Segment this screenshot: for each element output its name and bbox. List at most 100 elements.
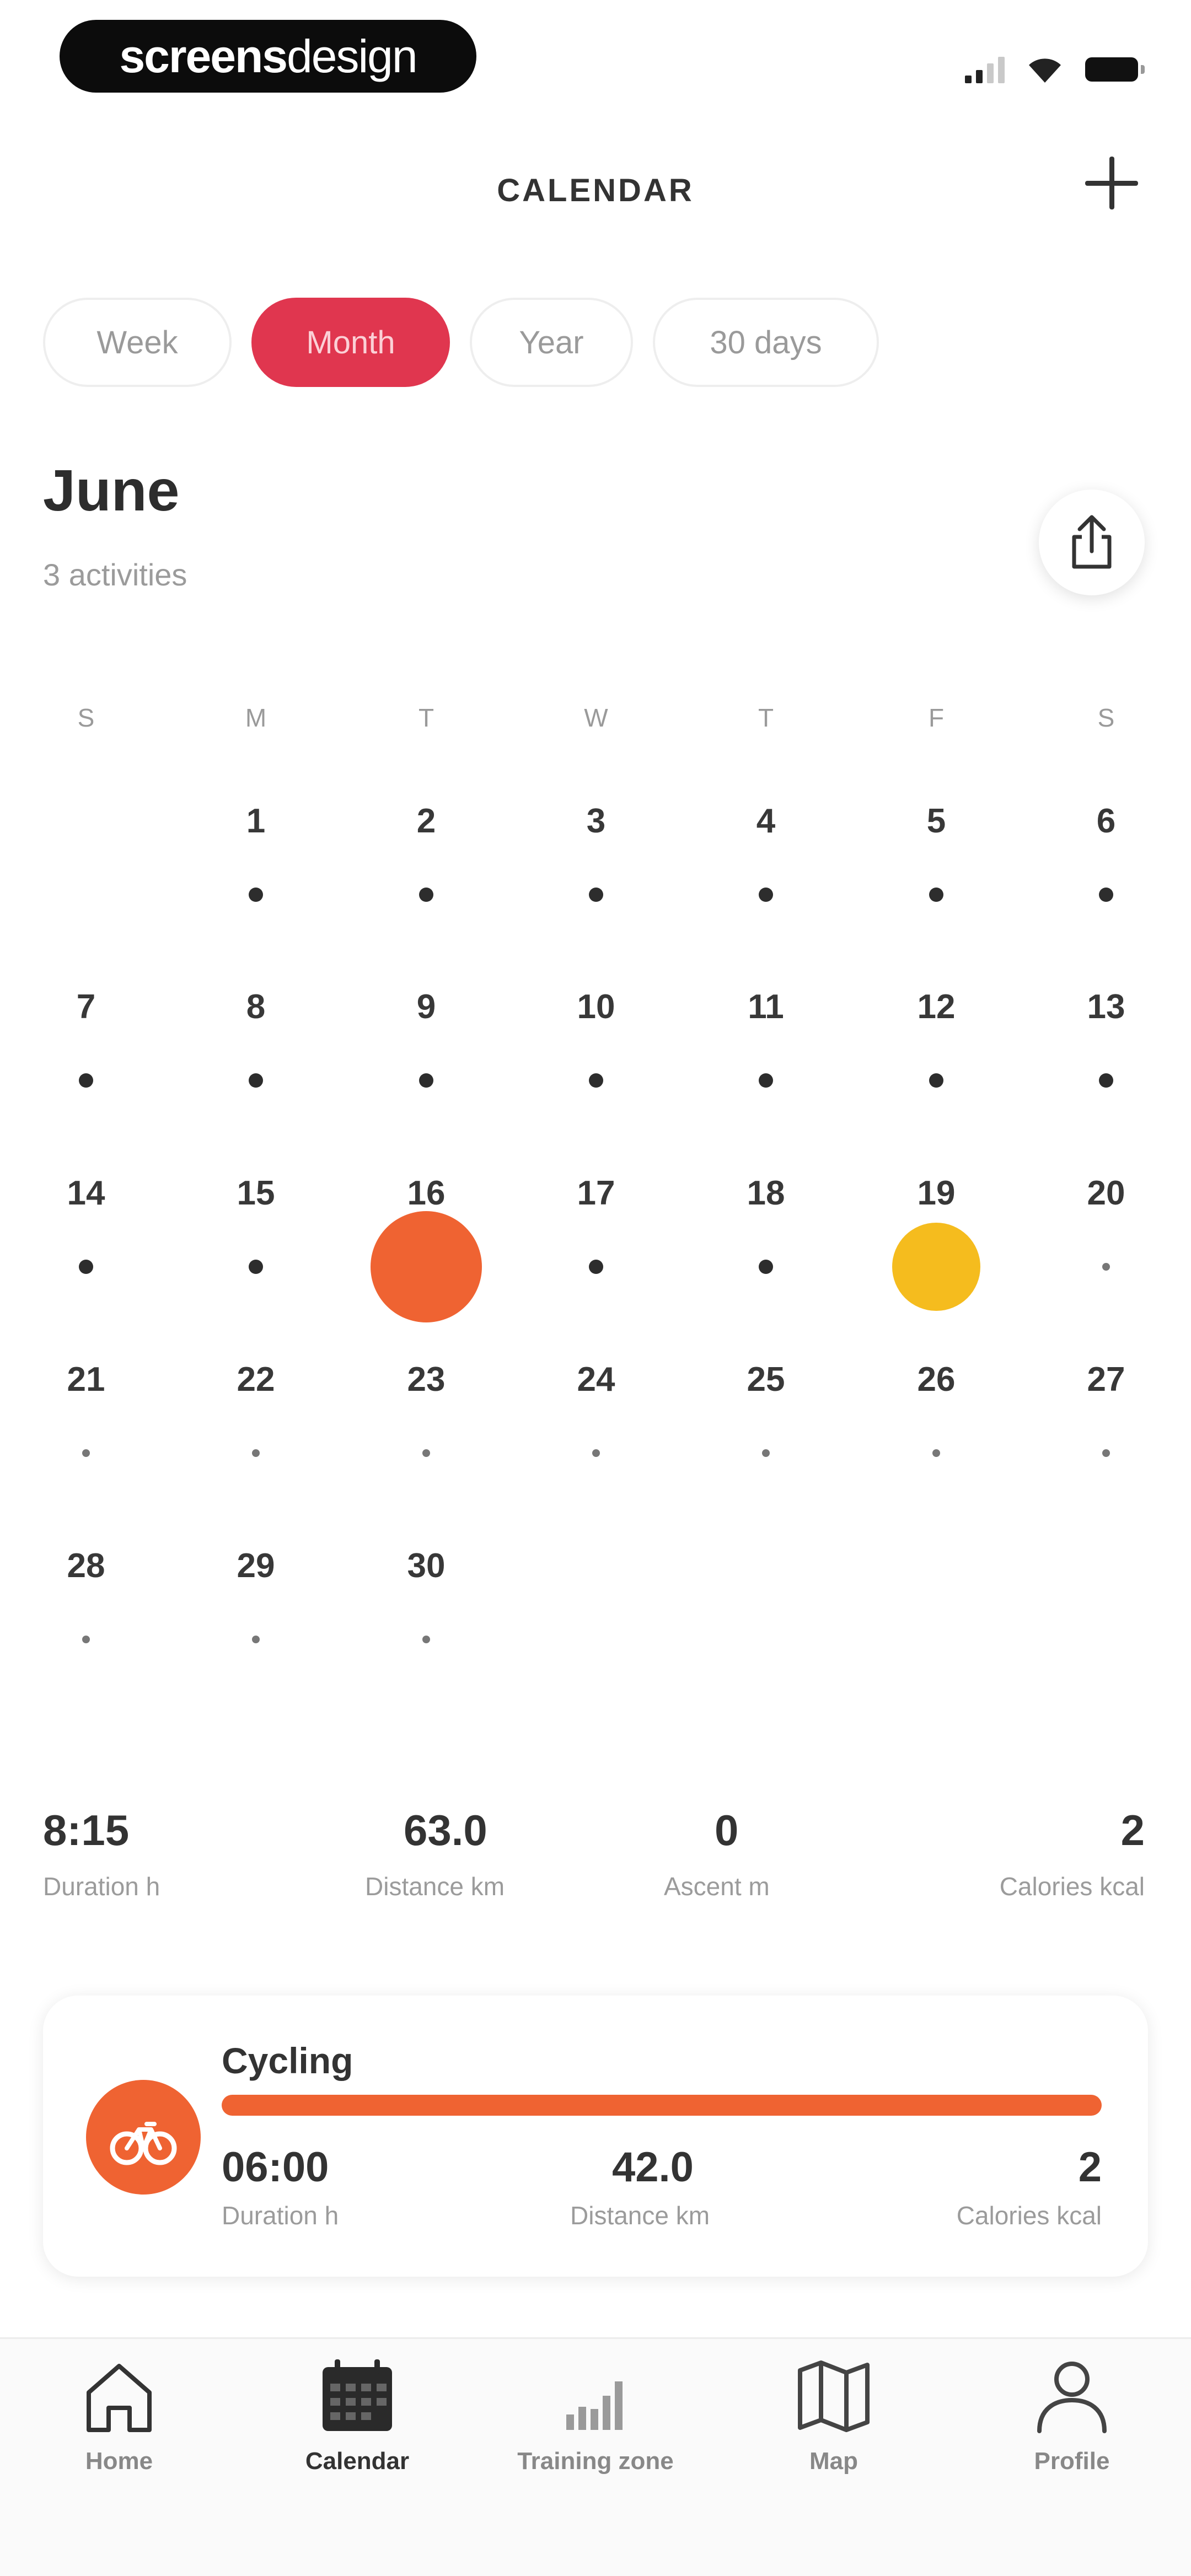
calendar-day[interactable]: 17 bbox=[513, 1174, 679, 1359]
calendar-day[interactable]: 19 bbox=[854, 1174, 1019, 1359]
calendar-day[interactable]: 3 bbox=[513, 802, 679, 987]
day-number: 22 bbox=[237, 1360, 275, 1399]
summary-distance-label: Distance km bbox=[365, 1872, 505, 1901]
activity-marker bbox=[892, 1223, 980, 1311]
calendar-day[interactable]: 2 bbox=[344, 802, 509, 987]
calendar-day[interactable]: 12 bbox=[854, 988, 1019, 1173]
calendar-day[interactable]: 22 bbox=[173, 1360, 339, 1546]
tab-month[interactable]: Month bbox=[251, 298, 450, 387]
nav-home[interactable]: Home bbox=[20, 2354, 218, 2475]
calendar-day[interactable]: 9 bbox=[344, 988, 509, 1173]
day-dot bbox=[82, 1636, 90, 1643]
signal-icon bbox=[965, 56, 1005, 83]
nav-training-zone[interactable]: Training zone bbox=[496, 2354, 695, 2475]
day-dot bbox=[1102, 1263, 1110, 1271]
calendar-day[interactable]: 8 bbox=[173, 988, 339, 1173]
nav-training-zone-label: Training zone bbox=[517, 2448, 674, 2475]
nav-map-label: Map bbox=[809, 2448, 858, 2475]
calendar-day[interactable]: 10 bbox=[513, 988, 679, 1173]
day-number: 8 bbox=[246, 988, 266, 1026]
calendar-day[interactable]: 14 bbox=[3, 1174, 169, 1359]
weekday-label: T bbox=[758, 703, 774, 732]
calendar-day[interactable]: 21 bbox=[3, 1360, 169, 1546]
day-number: 10 bbox=[577, 988, 615, 1026]
nav-calendar[interactable]: Calendar bbox=[258, 2354, 457, 2475]
calendar-day[interactable]: 30 bbox=[344, 1547, 509, 1732]
calendar-day[interactable]: 5 bbox=[854, 802, 1019, 987]
activity-title: Cycling bbox=[222, 2040, 353, 2081]
weekday-label: M bbox=[245, 703, 267, 732]
summary-duration-label: Duration h bbox=[43, 1872, 160, 1901]
activity-card[interactable] bbox=[43, 1996, 1148, 2277]
activity-duration-value: 06:00 bbox=[222, 2144, 329, 2191]
nav-calendar-label: Calendar bbox=[305, 2448, 410, 2475]
activity-distance-label: Distance km bbox=[570, 2201, 710, 2230]
day-dot bbox=[759, 1260, 773, 1274]
day-dot bbox=[1102, 1449, 1110, 1457]
day-dot bbox=[932, 1449, 940, 1457]
summary-distance-value: 63.0 bbox=[404, 1806, 487, 1854]
day-dot bbox=[762, 1449, 770, 1457]
day-dot bbox=[929, 1073, 943, 1088]
calendar-day[interactable]: 18 bbox=[683, 1174, 849, 1359]
calendar-day[interactable]: 26 bbox=[854, 1360, 1019, 1546]
activity-distance-value: 42.0 bbox=[612, 2144, 694, 2191]
calendar-day[interactable]: 11 bbox=[683, 988, 849, 1173]
day-number: 26 bbox=[917, 1360, 956, 1399]
day-number: 19 bbox=[917, 1174, 956, 1212]
day-dot bbox=[589, 1260, 603, 1274]
calendar-day[interactable]: 6 bbox=[1023, 802, 1189, 987]
summary-duration-value: 8:15 bbox=[43, 1806, 130, 1854]
calendar-day[interactable]: 23 bbox=[344, 1360, 509, 1546]
calendar-day[interactable]: 27 bbox=[1023, 1360, 1189, 1546]
period-tabs: Week Month Year 30 days bbox=[43, 298, 879, 387]
day-number: 2 bbox=[416, 802, 436, 840]
weekday-label: S bbox=[77, 703, 95, 732]
tab-30-days[interactable]: 30 days bbox=[653, 298, 879, 387]
day-dot bbox=[1099, 1073, 1113, 1088]
day-dot bbox=[79, 1260, 93, 1274]
day-number: 20 bbox=[1087, 1174, 1125, 1212]
day-number: 3 bbox=[586, 802, 606, 840]
share-icon bbox=[1072, 515, 1112, 569]
day-number: 15 bbox=[237, 1174, 275, 1212]
weekday-label: W bbox=[584, 703, 608, 732]
nav-profile-label: Profile bbox=[1034, 2448, 1110, 2475]
calendar-day[interactable]: 25 bbox=[683, 1360, 849, 1546]
nav-profile[interactable]: Profile bbox=[973, 2354, 1171, 2475]
calendar-day[interactable]: 13 bbox=[1023, 988, 1189, 1173]
day-number: 11 bbox=[748, 988, 784, 1026]
calendar-day[interactable]: 24 bbox=[513, 1360, 679, 1546]
day-number: 12 bbox=[917, 988, 956, 1026]
summary-calories-label: Calories kcal bbox=[999, 1872, 1145, 1901]
calendar-day[interactable]: 16 bbox=[344, 1174, 509, 1359]
day-number: 16 bbox=[407, 1174, 446, 1212]
wifi-icon bbox=[1029, 58, 1061, 83]
day-dot bbox=[759, 1073, 773, 1088]
add-button[interactable] bbox=[1085, 157, 1138, 209]
calendar-day[interactable]: 15 bbox=[173, 1174, 339, 1359]
day-number: 27 bbox=[1087, 1360, 1125, 1399]
activity-icon-badge bbox=[86, 2080, 201, 2195]
calendar-icon bbox=[323, 2359, 392, 2431]
day-number: 25 bbox=[747, 1360, 785, 1399]
calendar-day[interactable]: 7 bbox=[3, 988, 169, 1173]
day-dot bbox=[589, 1073, 603, 1088]
calendar-day[interactable]: 4 bbox=[683, 802, 849, 987]
person-icon bbox=[1037, 2362, 1107, 2433]
tab-year[interactable]: Year bbox=[470, 298, 633, 387]
nav-map[interactable]: Map bbox=[734, 2354, 933, 2475]
day-dot bbox=[422, 1636, 430, 1643]
day-number: 6 bbox=[1096, 802, 1116, 840]
tab-week[interactable]: Week bbox=[43, 298, 232, 387]
activity-count: 3 activities bbox=[43, 557, 187, 592]
summary-ascent-label: Ascent m bbox=[664, 1872, 770, 1901]
share-button[interactable] bbox=[1039, 490, 1145, 595]
calendar-day[interactable]: 1 bbox=[173, 802, 339, 987]
day-dot bbox=[422, 1449, 430, 1457]
day-number: 18 bbox=[747, 1174, 785, 1212]
calendar-day[interactable]: 29 bbox=[173, 1547, 339, 1732]
calendar-day[interactable]: 28 bbox=[3, 1547, 169, 1732]
calendar-day[interactable]: 20 bbox=[1023, 1174, 1189, 1359]
page-title: CALENDAR bbox=[497, 173, 694, 208]
